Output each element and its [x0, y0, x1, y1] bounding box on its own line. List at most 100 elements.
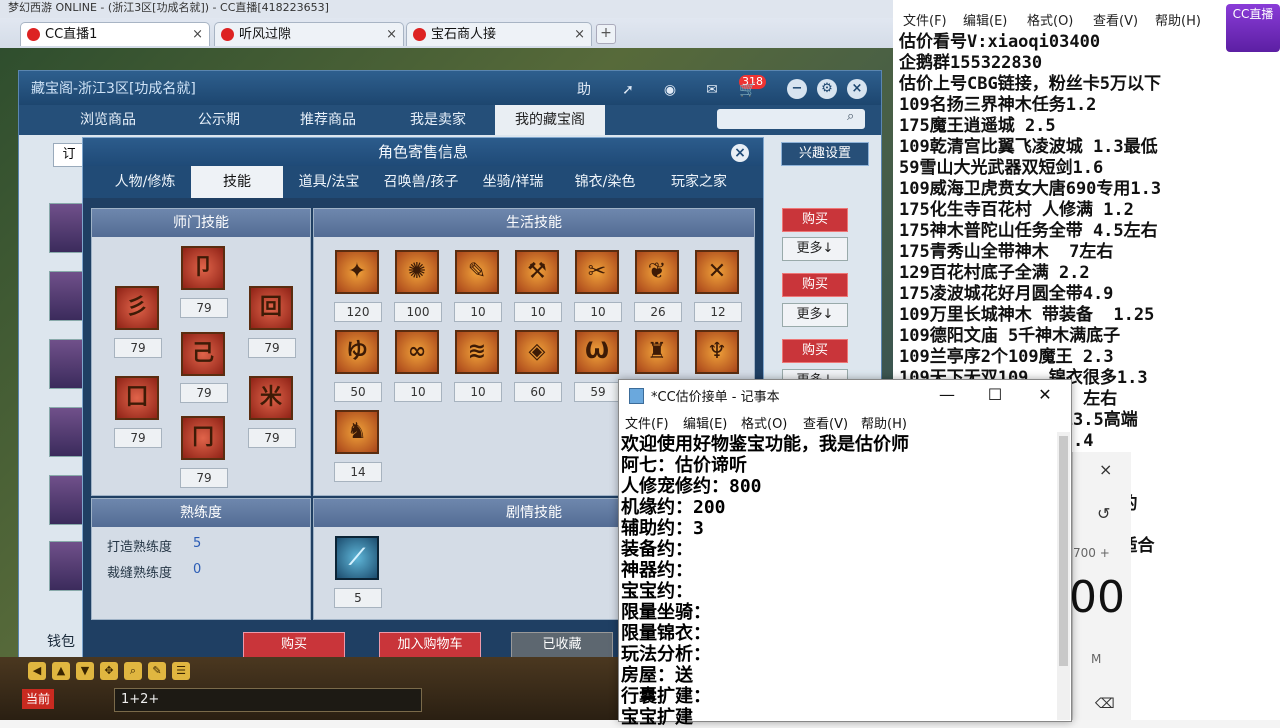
window-title: 梦幻西游 ONLINE - (浙江3区[功成名就]) - CC直播[418223… [0, 0, 893, 18]
chat-input[interactable]: 1+2+ [114, 688, 422, 712]
more-button[interactable]: 更多↓ [782, 303, 848, 327]
skill-icon[interactable]: ✺ [395, 250, 439, 294]
help-icon[interactable]: 助 [573, 79, 595, 101]
skill-level: 79 [180, 298, 228, 318]
share-icon[interactable]: ➚ [617, 79, 639, 101]
close-icon[interactable]: ✕ [1025, 382, 1065, 408]
close-icon[interactable]: × [847, 79, 867, 99]
notepad-editor[interactable]: 欢迎使用好物鉴宝功能，我是估价师 阿七：估价谛听 人修宠修约：800 机缘约：200 辅… [621, 434, 1059, 728]
buy-button[interactable]: 购买 [782, 339, 848, 363]
chat-icon[interactable]: ✎ [148, 662, 166, 680]
skill-icon[interactable]: 囗 [115, 376, 159, 420]
tab-tingfeng[interactable]: 听风过隙 × [214, 22, 404, 46]
memory-icon[interactable]: M [1091, 652, 1101, 666]
maximize-icon[interactable]: ☐ [975, 382, 1015, 408]
tab-outfits[interactable]: 锦衣/染色 [559, 166, 651, 198]
skill-icon[interactable]: Ѡ [575, 330, 619, 374]
skill-icon[interactable]: ⟋ [335, 536, 379, 580]
minimize-icon[interactable]: — [927, 382, 967, 408]
close-icon[interactable]: × [731, 144, 749, 162]
buy-button[interactable]: 购买 [782, 273, 848, 297]
menu-format[interactable]: 格式(O) [741, 413, 787, 432]
menu-view[interactable]: 查看(V) [803, 413, 848, 432]
menu-format[interactable]: 格式(O) [1027, 10, 1073, 29]
skill-icon[interactable]: ✎ [455, 250, 499, 294]
arrow-up-icon[interactable]: ▲ [52, 662, 70, 680]
life-skills-title: 生活技能 [314, 209, 754, 237]
menu-help[interactable]: 帮助(H) [861, 413, 907, 432]
menu-file[interactable]: 文件(F) [903, 10, 947, 29]
close-tab-icon[interactable]: × [574, 23, 585, 47]
menu-file[interactable]: 文件(F) [625, 413, 669, 432]
search-icon[interactable]: ⌕ [124, 662, 142, 680]
skill-level: 26 [634, 302, 682, 322]
search-icon[interactable]: ⌕ [847, 109, 854, 124]
backspace-icon[interactable]: ⌫ [1095, 696, 1115, 712]
search-input[interactable] [717, 109, 865, 129]
skill-icon[interactable]: 卩 [181, 246, 225, 290]
skill-icon[interactable]: ⚒ [515, 250, 559, 294]
message-icon[interactable]: ✉ [701, 79, 723, 101]
scrollbar-thumb[interactable] [1059, 436, 1068, 666]
arrow-down-icon[interactable]: ▼ [76, 662, 94, 680]
tab-browse[interactable]: 浏览商品 [49, 105, 167, 135]
tab-character[interactable]: 人物/修炼 [99, 166, 191, 198]
settings-icon[interactable]: ⚙ [817, 79, 837, 99]
skill-icon[interactable]: ∞ [395, 330, 439, 374]
move-icon[interactable]: ✥ [100, 662, 118, 680]
skill-icon[interactable]: ✦ [335, 250, 379, 294]
skill-icon[interactable]: ♆ [695, 330, 739, 374]
menu-edit[interactable]: 编辑(E) [683, 413, 727, 432]
close-tab-icon[interactable]: × [192, 23, 203, 47]
tab-seller[interactable]: 我是卖家 [385, 105, 491, 135]
order-button[interactable]: 订 [53, 143, 85, 167]
tab-recommend[interactable]: 推荐商品 [275, 105, 381, 135]
skill-icon[interactable]: 彡 [115, 286, 159, 330]
browser-tabbar: 梦幻西游 ONLINE - (浙江3区[功成名就]) - CC直播[418223… [0, 0, 893, 49]
menu-help[interactable]: 帮助(H) [1155, 10, 1201, 29]
current-channel-button[interactable]: 当前 [22, 689, 54, 709]
skill-icon[interactable]: ✕ [695, 250, 739, 294]
skill-icon[interactable]: ≋ [455, 330, 499, 374]
list-icon[interactable]: ☰ [172, 662, 190, 680]
close-tab-icon[interactable]: × [386, 23, 397, 47]
tab-skills[interactable]: 技能 [191, 166, 283, 198]
tab-cc1[interactable]: CC直播1 × [20, 22, 210, 46]
close-icon[interactable]: × [1099, 460, 1112, 479]
skill-icon[interactable]: 回 [249, 286, 293, 330]
skill-icon[interactable]: ♞ [335, 410, 379, 454]
skill-icon[interactable]: 冂 [181, 416, 225, 460]
zangbaoge-title: 藏宝阁-浙江3区[功成名就] [31, 81, 196, 97]
skill-level: 10 [514, 302, 562, 322]
interest-settings-button[interactable]: 兴趣设置 [781, 142, 869, 166]
history-icon[interactable]: ↺ [1097, 504, 1110, 523]
proficiency-panel: 熟练度 [91, 498, 311, 620]
arrow-left-icon[interactable]: ◀ [28, 662, 46, 680]
tab-mounts[interactable]: 坐骑/祥瑞 [467, 166, 559, 198]
cart-icon[interactable]: 🛒 [737, 79, 759, 101]
text-line: 175魔王逍遥城 2.5 [899, 116, 1056, 136]
tab-baoshi[interactable]: 宝石商人接 × [406, 22, 592, 46]
skill-icon[interactable]: 米 [249, 376, 293, 420]
tab-pets[interactable]: 召唤兽/孩子 [375, 166, 467, 198]
tab-my-zbg[interactable]: 我的藏宝阁 [495, 105, 605, 135]
more-button[interactable]: 更多↓ [782, 237, 848, 261]
tab-publicity[interactable]: 公示期 [169, 105, 269, 135]
skill-icon[interactable]: ♜ [635, 330, 679, 374]
skill-icon[interactable]: ❦ [635, 250, 679, 294]
buy-button[interactable]: 购买 [782, 208, 848, 232]
tab-home[interactable]: 玩家之家 [651, 166, 747, 198]
skill-icon[interactable]: ◈ [515, 330, 559, 374]
skill-icon[interactable]: ✂ [575, 250, 619, 294]
buy-button[interactable]: 购买 [243, 632, 345, 658]
new-tab-button[interactable]: + [596, 24, 616, 44]
tab-items[interactable]: 道具/法宝 [283, 166, 375, 198]
record-icon[interactable]: ◉ [659, 79, 681, 101]
menu-edit[interactable]: 编辑(E) [963, 10, 1007, 29]
menu-view[interactable]: 查看(V) [1093, 10, 1138, 29]
skill-icon[interactable]: 己 [181, 332, 225, 376]
minimize-icon[interactable]: − [787, 79, 807, 99]
favorited-button[interactable]: 已收藏 [511, 632, 613, 658]
skill-icon[interactable]: ゆ [335, 330, 379, 374]
add-to-cart-button[interactable]: 加入购物车 [379, 632, 481, 658]
